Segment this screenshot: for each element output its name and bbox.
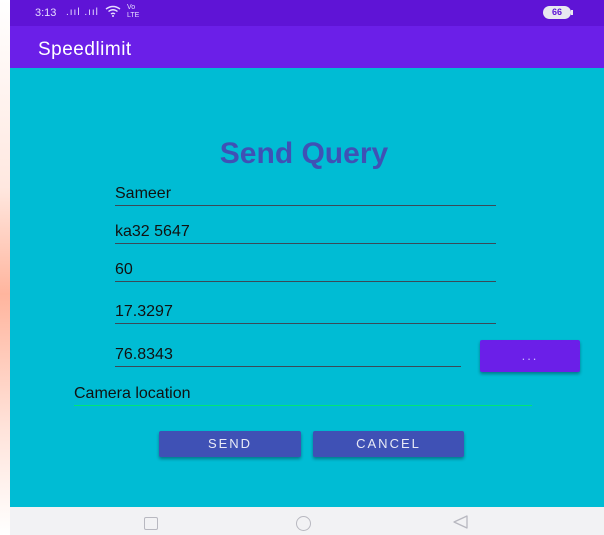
lte-bottom-text: LTE (127, 12, 140, 19)
vehicle-number-field[interactable]: ka32 5647 (115, 215, 496, 244)
triangle-back-icon[interactable] (452, 515, 468, 534)
app-title: Speedlimit (38, 39, 132, 60)
camera-location-field[interactable]: Camera location (74, 379, 532, 406)
navigation-bar (10, 507, 604, 535)
pick-location-button[interactable]: ... (480, 340, 580, 372)
battery-icon: 66 (543, 6, 571, 19)
status-bar: 3:13 .ııl .ııl Vo LTE 66 (10, 0, 604, 26)
camera-location-value: Camera location (74, 385, 191, 402)
latitude-value: 17.3297 (115, 303, 173, 320)
send-button[interactable]: SEND (159, 431, 301, 457)
phone-screen: 3:13 .ııl .ııl Vo LTE 66 Speedlimit Send… (10, 0, 604, 535)
form-title: Send Query (219, 137, 389, 170)
speed-value: 60 (115, 261, 133, 278)
vehicle-number-value: ka32 5647 (115, 223, 190, 240)
left-edge-decoration (0, 0, 10, 535)
lte-top-text: Vo (127, 4, 136, 11)
square-icon[interactable] (144, 517, 158, 530)
signal-icon: .ııl .ııl (66, 7, 99, 18)
app-bar: Speedlimit (10, 26, 604, 68)
name-field[interactable]: Sameer (115, 177, 496, 206)
status-time: 3:13 (35, 7, 57, 19)
speed-field[interactable]: 60 (115, 253, 496, 282)
latitude-field[interactable]: 17.3297 (115, 295, 496, 324)
longitude-value: 76.8343 (115, 346, 173, 363)
lte-icon: Vo LTE (127, 4, 139, 20)
cancel-button[interactable]: CANCEL (313, 431, 464, 457)
circle-icon[interactable] (296, 516, 311, 531)
longitude-field[interactable]: 76.8343 (115, 338, 461, 367)
wifi-icon (105, 5, 121, 20)
battery-tip (571, 10, 573, 15)
name-field-value: Sameer (115, 185, 172, 202)
